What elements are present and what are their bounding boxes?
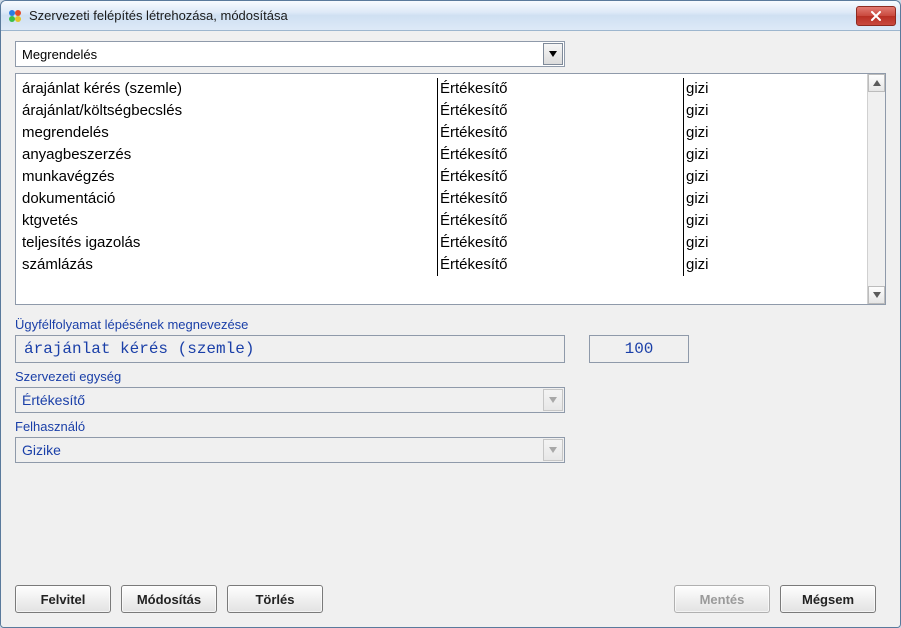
window-title: Szervezeti felépítés létrehozása, módosí… (29, 8, 856, 23)
felvitel-button[interactable]: Felvitel (15, 585, 111, 613)
cell-user: gizi (684, 188, 863, 210)
category-dropdown-value: Megrendelés (22, 47, 543, 62)
cell-user: gizi (684, 232, 863, 254)
org-unit-value: Értékesítő (22, 392, 85, 408)
chevron-down-icon (873, 292, 881, 298)
step-name-value: árajánlat kérés (szemle) (24, 340, 254, 358)
dropdown-button[interactable] (543, 439, 563, 461)
client-area: Megrendelés árajánlat kérés (szemle)Érté… (1, 31, 900, 627)
cell-user: gizi (684, 166, 863, 188)
cell-orgunit: Értékesítő (438, 254, 684, 276)
megsem-button[interactable]: Mégsem (780, 585, 876, 613)
cell-orgunit: Értékesítő (438, 188, 684, 210)
cell-orgunit: Értékesítő (438, 122, 684, 144)
scroll-down-button[interactable] (868, 286, 885, 304)
cell-step: megrendelés (20, 122, 438, 144)
cell-orgunit: Értékesítő (438, 100, 684, 122)
close-button[interactable] (856, 6, 896, 26)
table-row[interactable]: számlázásÉrtékesítőgizi (20, 254, 863, 276)
table-row[interactable]: anyagbeszerzésÉrtékesítőgizi (20, 144, 863, 166)
cell-step: számlázás (20, 254, 438, 276)
cell-step: anyagbeszerzés (20, 144, 438, 166)
user-label: Felhasználó (15, 419, 886, 434)
table-row[interactable]: ktgvetésÉrtékesítőgizi (20, 210, 863, 232)
close-icon (870, 11, 882, 21)
dropdown-button[interactable] (543, 43, 563, 65)
cell-step: árajánlat/költségbecslés (20, 100, 438, 122)
table-row[interactable]: munkavégzésÉrtékesítőgizi (20, 166, 863, 188)
category-dropdown[interactable]: Megrendelés (15, 41, 565, 67)
cell-user: gizi (684, 254, 863, 276)
cell-orgunit: Értékesítő (438, 232, 684, 254)
button-bar: Felvitel Módosítás Törlés Mentés Mégsem (15, 565, 886, 613)
user-value: Gizike (22, 442, 61, 458)
cell-orgunit: Értékesítő (438, 78, 684, 100)
cell-user: gizi (684, 78, 863, 100)
cell-user: gizi (684, 210, 863, 232)
chevron-down-icon (549, 51, 557, 57)
step-number-field[interactable]: 100 (589, 335, 689, 363)
dropdown-button[interactable] (543, 389, 563, 411)
titlebar: Szervezeti felépítés létrehozása, módosí… (1, 1, 900, 31)
cell-user: gizi (684, 100, 863, 122)
cell-step: ktgvetés (20, 210, 438, 232)
scrollbar-track[interactable] (868, 92, 885, 286)
torles-button[interactable]: Törlés (227, 585, 323, 613)
cell-user: gizi (684, 144, 863, 166)
user-dropdown[interactable]: Gizike (15, 437, 565, 463)
cell-orgunit: Értékesítő (438, 210, 684, 232)
chevron-down-icon (549, 397, 557, 403)
org-unit-label: Szervezeti egység (15, 369, 886, 384)
step-name-field[interactable]: árajánlat kérés (szemle) (15, 335, 565, 363)
table-row[interactable]: árajánlat kérés (szemle)Értékesítőgizi (20, 78, 863, 100)
dialog-window: Szervezeti felépítés létrehozása, módosí… (0, 0, 901, 628)
cell-step: munkavégzés (20, 166, 438, 188)
table-row[interactable]: megrendelésÉrtékesítőgizi (20, 122, 863, 144)
mentes-button[interactable]: Mentés (674, 585, 770, 613)
steps-listbox[interactable]: árajánlat kérés (szemle)Értékesítőgiziár… (15, 73, 886, 305)
cell-step: dokumentáció (20, 188, 438, 210)
listbox-rows: árajánlat kérés (szemle)Értékesítőgiziár… (16, 74, 867, 304)
chevron-up-icon (873, 80, 881, 86)
chevron-down-icon (549, 447, 557, 453)
scrollbar-vertical[interactable] (867, 74, 885, 304)
app-icon (7, 8, 23, 24)
cell-step: teljesítés igazolás (20, 232, 438, 254)
cell-orgunit: Értékesítő (438, 166, 684, 188)
table-row[interactable]: árajánlat/költségbecslésÉrtékesítőgizi (20, 100, 863, 122)
step-number-value: 100 (625, 340, 654, 358)
cell-user: gizi (684, 122, 863, 144)
cell-step: árajánlat kérés (szemle) (20, 78, 438, 100)
table-row[interactable]: dokumentációÉrtékesítőgizi (20, 188, 863, 210)
form-area: Ügyfélfolyamat lépésének megnevezése ára… (15, 311, 886, 463)
scroll-up-button[interactable] (868, 74, 885, 92)
cell-orgunit: Értékesítő (438, 144, 684, 166)
modositas-button[interactable]: Módosítás (121, 585, 217, 613)
org-unit-dropdown[interactable]: Értékesítő (15, 387, 565, 413)
table-row[interactable]: teljesítés igazolásÉrtékesítőgizi (20, 232, 863, 254)
step-name-label: Ügyfélfolyamat lépésének megnevezése (15, 317, 886, 332)
